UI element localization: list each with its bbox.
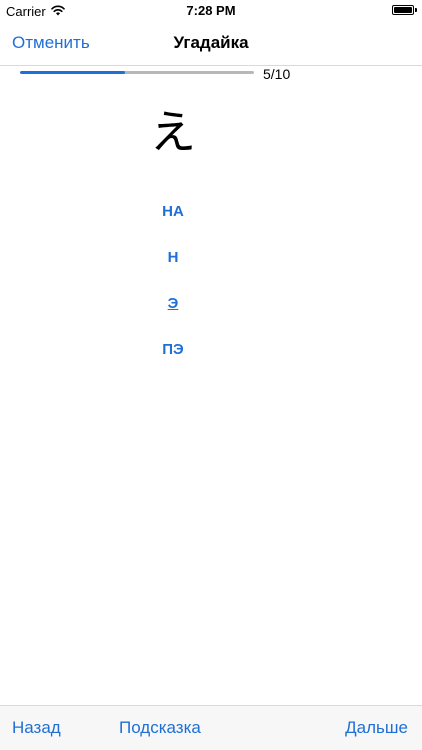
back-button[interactable]: Назад — [12, 718, 61, 738]
page-title: Угадайка — [173, 33, 249, 52]
answer-choice-1[interactable]: НА — [0, 198, 346, 226]
bottom-toolbar: Назад Подсказка Дальше — [0, 705, 422, 750]
status-bar: Carrier 7:28 PM — [0, 0, 422, 22]
battery-level — [394, 7, 412, 13]
clock: 7:28 PM — [186, 3, 236, 18]
progress-fill — [20, 71, 126, 74]
answer-choice-4[interactable]: ПЭ — [0, 336, 346, 364]
battery-tip — [415, 8, 417, 12]
hint-button[interactable]: Подсказка — [119, 718, 201, 738]
answer-choice-2[interactable]: Н — [0, 244, 346, 272]
progress-bar — [20, 71, 254, 74]
battery-icon — [392, 5, 414, 15]
answer-choice-3[interactable]: Э — [0, 290, 346, 318]
question-kana: え — [150, 105, 196, 159]
next-button[interactable]: Дальше — [345, 718, 408, 738]
progress-counter: 5/10 — [263, 66, 291, 82]
navigation-bar: Отменить Угадайка — [0, 22, 422, 66]
